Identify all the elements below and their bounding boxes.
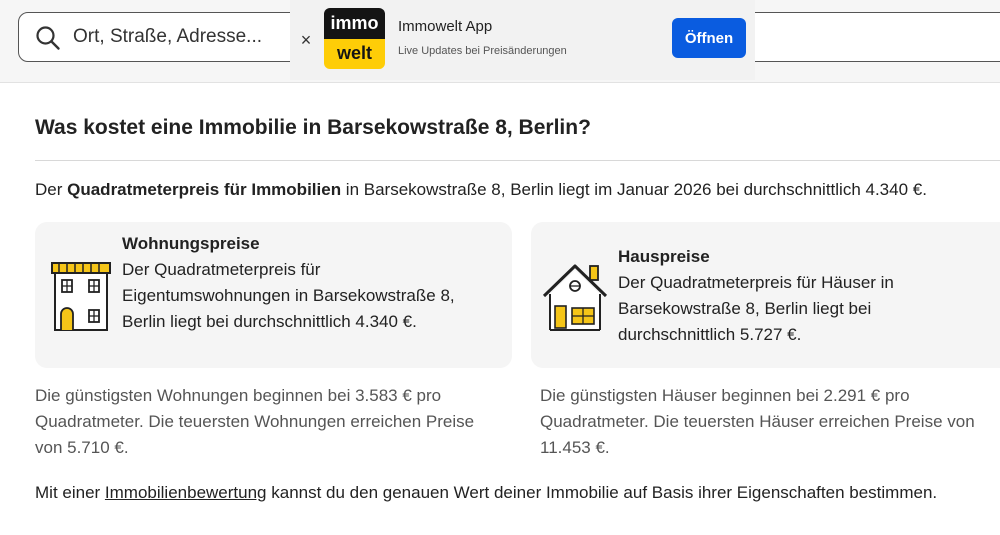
- app-banner-subtitle: Live Updates bei Preisänderungen: [398, 45, 567, 57]
- valuation-link[interactable]: Immobilienbewertung: [105, 483, 267, 502]
- valuation-prefix: Mit einer: [35, 483, 105, 502]
- search-icon: [36, 26, 60, 50]
- house-icon: [542, 264, 608, 331]
- apartment-price-range: Die günstigsten Wohnungen beginnen bei 3…: [35, 386, 475, 457]
- valuation-suffix: kannst du den genauen Wert deiner Immobi…: [266, 483, 938, 502]
- divider: [35, 160, 1000, 161]
- search-input[interactable]: [71, 21, 295, 53]
- valuation-text: Mit einer Immobilienbewertung kannst du …: [35, 480, 995, 506]
- intro-prefix: Der: [35, 180, 68, 199]
- house-card-text: Der Quadratmeterpreis für Häuser in Bars…: [618, 273, 894, 344]
- intro-text: Der Quadratmeterpreis für Immobilien in …: [35, 180, 1000, 200]
- apartment-card-title: Wohnungspreise: [122, 234, 260, 253]
- logo-top-text: immo: [324, 8, 385, 39]
- apartment-building-icon: [51, 262, 111, 331]
- close-icon[interactable]: ×: [298, 30, 314, 51]
- app-banner-title: Immowelt App: [398, 18, 493, 35]
- open-app-button[interactable]: Öffnen: [672, 18, 746, 58]
- app-banner: × immo welt Immowelt App Live Updates be…: [290, 0, 755, 80]
- top-bar: × immo welt Immowelt App Live Updates be…: [0, 0, 1000, 83]
- house-price-card: Hauspreise Der Quadratmeterpreis für Häu…: [531, 222, 1000, 368]
- immowelt-logo: immo welt: [324, 8, 385, 69]
- bottom-fade: [0, 512, 1000, 535]
- house-price-range: Die günstigsten Häuser beginnen bei 2.29…: [540, 386, 975, 457]
- page-title: Was kostet eine Immobilie in Barsekowstr…: [35, 116, 591, 139]
- intro-suffix: in Barsekowstraße 8, Berlin liegt im Jan…: [341, 180, 927, 199]
- logo-bottom-text: welt: [324, 39, 385, 69]
- apartment-price-card: Wohnungspreise Der Quadratmeterpreis für…: [35, 222, 512, 368]
- apartment-card-text: Der Quadratmeterpreis für Eigentumswohnu…: [122, 260, 455, 331]
- house-card-title: Hauspreise: [618, 247, 710, 266]
- intro-bold: Quadratmeterpreis für Immobilien: [67, 180, 342, 199]
